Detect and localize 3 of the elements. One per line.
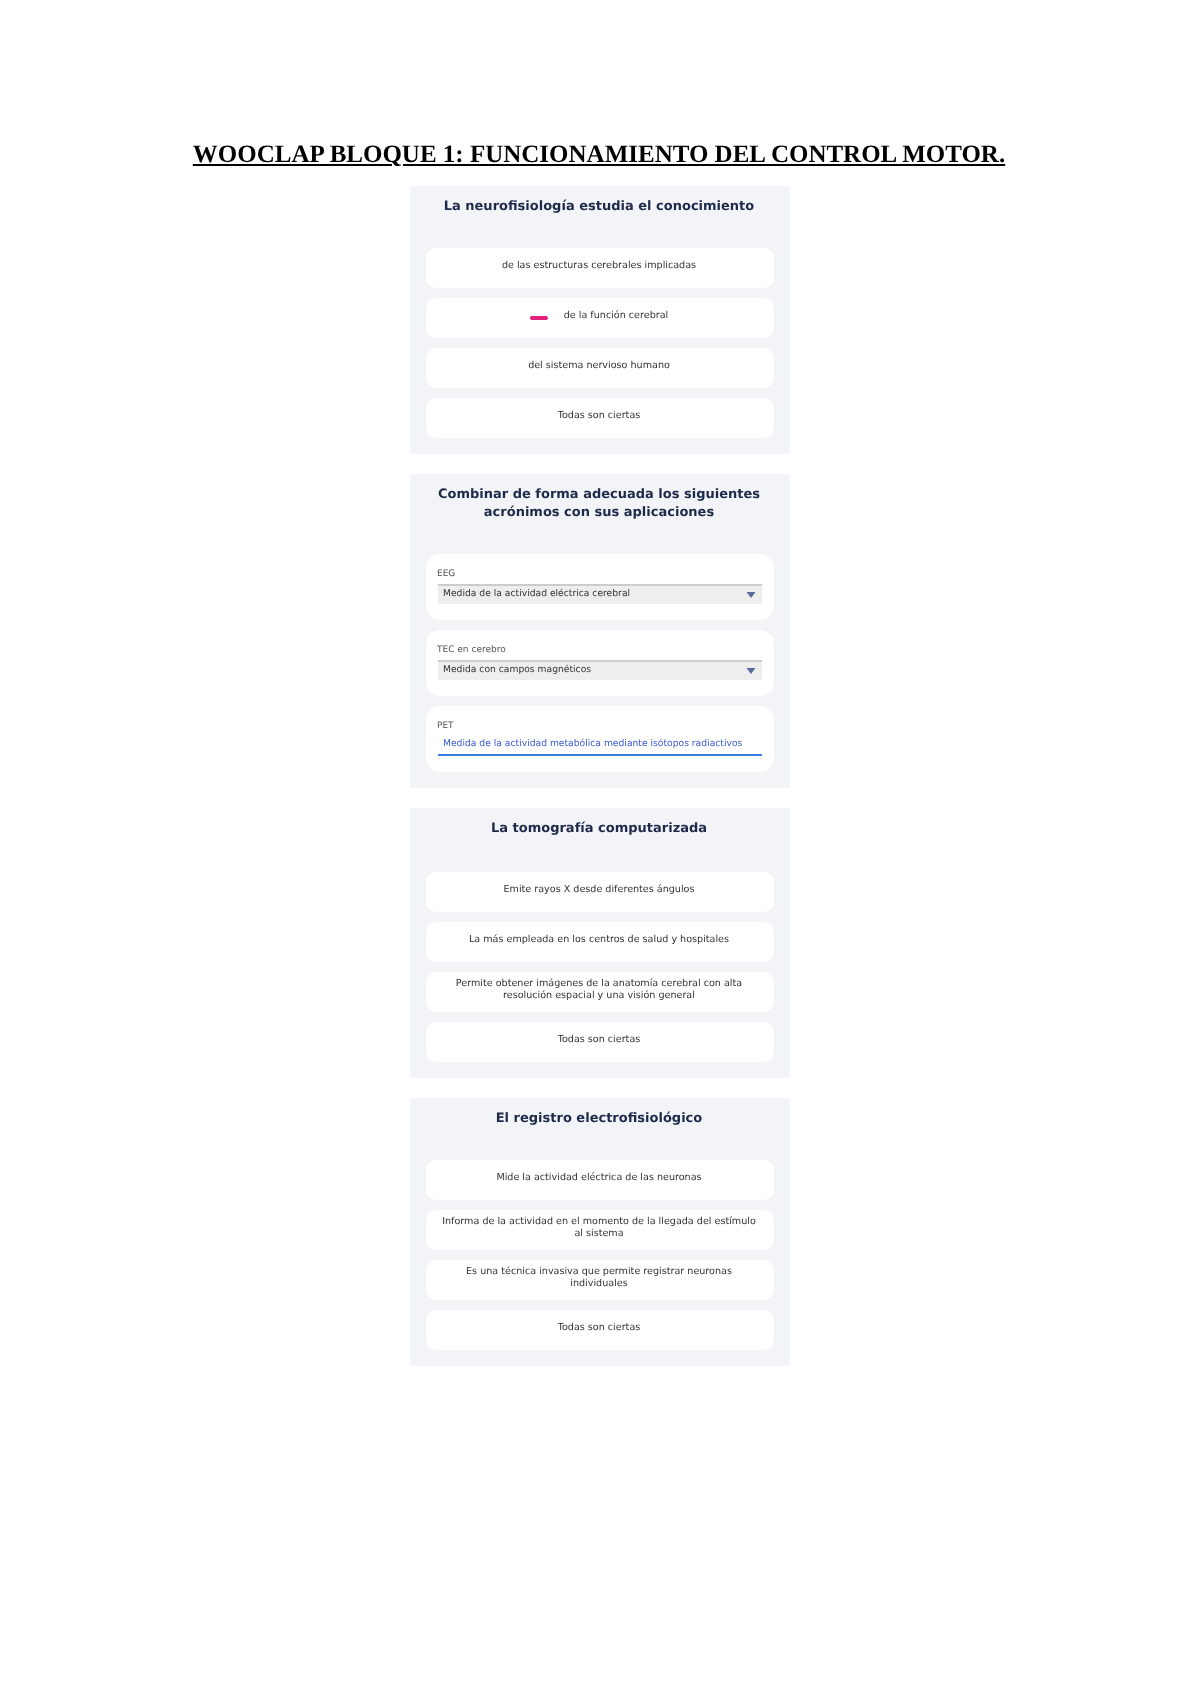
caret-icon <box>745 592 755 599</box>
caret-icon <box>745 668 755 675</box>
document-heading: WOOCLAP BLOQUE 1: FUNCIONAMIENTO DEL CONTROL MOTOR. <box>192 140 1006 170</box>
